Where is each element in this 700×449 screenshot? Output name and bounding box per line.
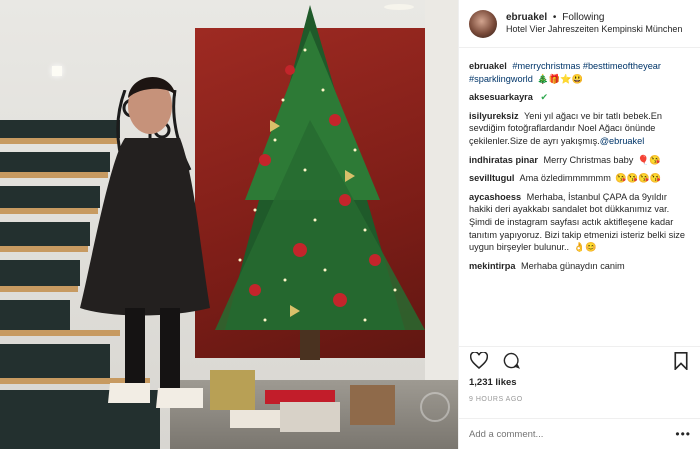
comment-username[interactable]: aycashoess bbox=[469, 192, 521, 202]
post-side-panel: ebruakel • Following Hotel Vier Jahresze… bbox=[458, 0, 700, 449]
instagram-post: ebruakel • Following Hotel Vier Jahresze… bbox=[0, 0, 700, 449]
caption: ebruakel #merrychristmas #besttimeofthey… bbox=[469, 60, 691, 85]
comment: mekintirpa Merhaba günaydın canim bbox=[469, 260, 691, 273]
comment: isilyureksiz Yeni yıl ağacı ve bir tatlı… bbox=[469, 110, 691, 148]
hashtag-link[interactable]: #besttimeoftheyear bbox=[583, 61, 661, 71]
comment-username[interactable]: mekintirpa bbox=[469, 261, 515, 271]
heart-icon[interactable] bbox=[469, 351, 489, 371]
username-link[interactable]: ebruakel bbox=[506, 12, 547, 23]
hashtag-link[interactable]: #sparklingworld bbox=[469, 74, 533, 84]
comment-input[interactable] bbox=[469, 428, 669, 440]
add-comment-bar: ••• bbox=[459, 418, 700, 449]
action-bar bbox=[459, 346, 700, 374]
emoji-text: 👌😊 bbox=[573, 242, 597, 253]
watermark-logo bbox=[420, 392, 450, 422]
bookmark-icon[interactable] bbox=[671, 351, 691, 371]
mention-link[interactable]: @ebruakel bbox=[600, 136, 645, 146]
comment-text: Merry Christmas baby bbox=[543, 154, 634, 165]
comment-text: Ama özledimmmmmm bbox=[519, 173, 611, 184]
check-icon: ✔ bbox=[540, 92, 549, 103]
separator-dot: • bbox=[552, 11, 557, 23]
comment-username[interactable]: sevilltugul bbox=[469, 173, 514, 183]
emoji-text: 🎈😘 bbox=[637, 154, 661, 165]
hashtag-link[interactable]: #merrychristmas bbox=[512, 61, 580, 71]
comment-text: Merhaba günaydın canim bbox=[521, 260, 625, 271]
avatar[interactable] bbox=[469, 9, 497, 38]
comments-list: ebruakel #merrychristmas #besttimeofthey… bbox=[459, 60, 700, 343]
comment: sevilltugul Ama özledimmmmmm 😘😘😘😘 bbox=[469, 172, 691, 185]
post-photo[interactable] bbox=[0, 0, 458, 449]
comment: indhiratas pinar Merry Christmas baby 🎈😘 bbox=[469, 154, 691, 167]
comment-icon[interactable] bbox=[501, 351, 521, 371]
woman-figure bbox=[80, 77, 210, 408]
header-line: ebruakel • Following bbox=[506, 12, 682, 25]
wall-light bbox=[52, 66, 62, 76]
comment: aksesuarkayra ✔ bbox=[469, 91, 691, 104]
following-button[interactable]: Following bbox=[562, 12, 604, 23]
christmas-tree bbox=[215, 5, 425, 360]
likes-count[interactable]: 1,231 likes bbox=[469, 377, 517, 388]
comment-username[interactable]: ebruakel bbox=[469, 61, 507, 71]
comment-username[interactable]: indhiratas pinar bbox=[469, 155, 538, 165]
header-text: ebruakel • Following Hotel Vier Jahresze… bbox=[506, 12, 682, 36]
comment: aycashoess Merhaba, İstanbul ÇAPA da 9yı… bbox=[469, 191, 691, 254]
comment-username[interactable]: aksesuarkayra bbox=[469, 92, 533, 102]
comment-username[interactable]: isilyureksiz bbox=[469, 111, 519, 121]
gift-boxes bbox=[210, 370, 395, 432]
post-header: ebruakel • Following Hotel Vier Jahresze… bbox=[459, 0, 700, 48]
post-timestamp[interactable]: 9 HOURS AGO bbox=[469, 396, 523, 403]
emoji-text: 🎄🎁⭐😃 bbox=[537, 73, 584, 84]
location-link[interactable]: Hotel Vier Jahreszeiten Kempinski Münche… bbox=[506, 24, 682, 35]
emoji-text: 😘😘😘😘 bbox=[615, 173, 662, 184]
more-options-icon[interactable]: ••• bbox=[675, 427, 691, 441]
